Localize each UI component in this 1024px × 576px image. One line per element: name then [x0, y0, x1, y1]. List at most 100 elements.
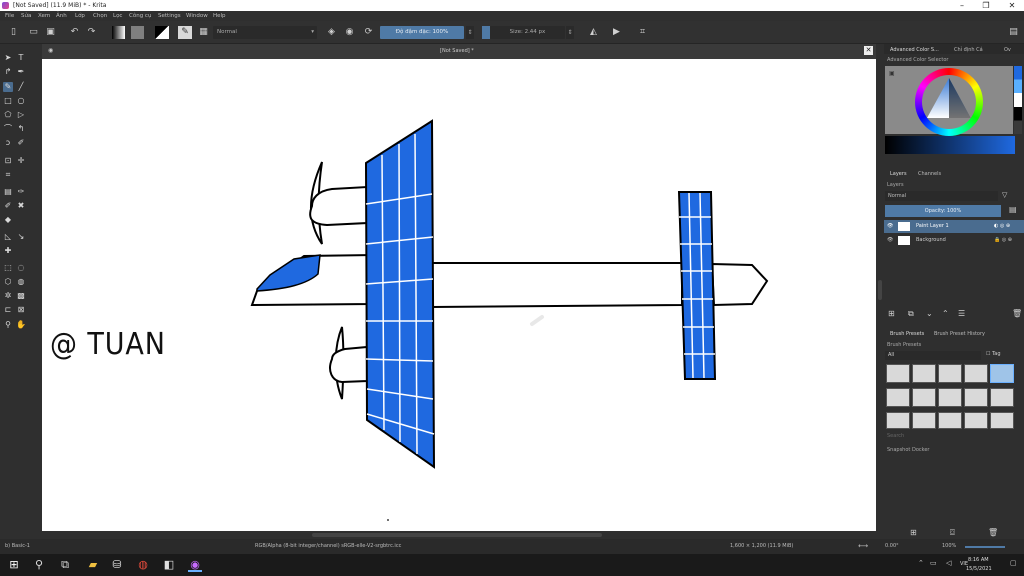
- menu-window[interactable]: Window: [186, 11, 208, 21]
- mirror-vertical-icon[interactable]: ▶: [611, 27, 622, 38]
- color-shade-strip[interactable]: [885, 136, 1015, 154]
- layer-row-background[interactable]: 👁 Background 🔒 ◎ ⊕: [884, 234, 1024, 247]
- tab-overview[interactable]: Ov: [1004, 47, 1011, 53]
- lock-icon[interactable]: 🔒 ◎ ⊕: [994, 234, 1012, 247]
- brush-preset[interactable]: [938, 412, 962, 429]
- brush-preset[interactable]: [912, 412, 936, 429]
- menu-edit[interactable]: Sửa: [21, 11, 31, 21]
- contiguous-select-tool-icon[interactable]: ✲: [3, 291, 13, 301]
- menu-layer[interactable]: Lớp: [75, 11, 85, 21]
- brush-preset[interactable]: [886, 388, 910, 407]
- delete-layer-icon[interactable]: 🗑: [1012, 309, 1022, 318]
- opacity-spin-icon[interactable]: ⇕: [466, 26, 474, 39]
- workspace-chooser-icon[interactable]: ▤: [1008, 27, 1019, 38]
- canvas-horizontal-scrollbar[interactable]: [42, 531, 876, 539]
- menu-filter[interactable]: Lọc: [113, 11, 122, 21]
- crop-tool-icon[interactable]: ⌗: [3, 170, 13, 180]
- magnetic-select-tool-icon[interactable]: ⊠: [16, 305, 26, 315]
- app-icon[interactable]: ◧: [162, 558, 176, 572]
- menu-settings[interactable]: Settings: [158, 11, 181, 21]
- brush-preset[interactable]: [938, 364, 962, 383]
- tray-chevron-icon[interactable]: ⌃: [918, 559, 924, 567]
- brush-preset[interactable]: [886, 412, 910, 429]
- camera-icon[interactable]: ⌼: [950, 528, 955, 538]
- layer-lock-icon[interactable]: ◐ ◎ ⊕: [994, 220, 1010, 233]
- vscroll-thumb[interactable]: [878, 280, 882, 300]
- move-tool-icon[interactable]: ✛: [16, 156, 26, 166]
- menu-file[interactable]: File: [5, 11, 14, 21]
- rotate-icon[interactable]: ⟷: [858, 539, 868, 554]
- polygon-tool-icon[interactable]: ⬠: [3, 110, 13, 120]
- preserve-alpha-icon[interactable]: ◉: [344, 27, 355, 38]
- brush-preset[interactable]: [886, 364, 910, 383]
- ellipse-select-tool-icon[interactable]: ◌: [16, 263, 26, 273]
- rectangle-tool-icon[interactable]: □: [3, 96, 13, 106]
- transform-tool-icon[interactable]: ⊡: [3, 156, 13, 166]
- ellipse-tool-icon[interactable]: ○: [16, 96, 26, 106]
- tab-advanced-color[interactable]: Advanced Color S...: [890, 47, 939, 53]
- filter-icon[interactable]: ▽: [1002, 191, 1007, 199]
- layer-properties-icon[interactable]: ▤: [1009, 205, 1017, 214]
- freehand-brush-tool-icon[interactable]: ✎: [3, 82, 13, 92]
- tab-color-specifier[interactable]: Chỉ định Cá: [954, 47, 983, 53]
- freehand-select-tool-icon[interactable]: ◍: [16, 277, 26, 287]
- brush-preset[interactable]: [912, 364, 936, 383]
- menu-help[interactable]: Help: [213, 11, 226, 21]
- minimize-button[interactable]: –: [952, 0, 972, 11]
- brush-preset[interactable]: [964, 364, 988, 383]
- calligraphy-tool-icon[interactable]: ✒: [16, 67, 26, 77]
- task-view-icon[interactable]: ⧉: [58, 558, 72, 572]
- drawing-canvas[interactable]: @ TUAN: [42, 59, 876, 531]
- canvas-vertical-scrollbar[interactable]: [876, 44, 884, 539]
- bezier-select-tool-icon[interactable]: ⊏: [3, 305, 13, 315]
- settings-icon[interactable]: ▣: [889, 70, 895, 77]
- tab-brush-history[interactable]: Brush Preset History: [934, 331, 985, 337]
- smart-patch-tool-icon[interactable]: ✖: [16, 201, 26, 211]
- grid-icon[interactable]: ▦: [198, 27, 209, 38]
- gradient-tool-icon[interactable]: ▤: [3, 187, 13, 197]
- mirror-horizontal-icon[interactable]: ◭: [588, 27, 599, 38]
- visibility-eye-icon[interactable]: 👁: [887, 234, 893, 247]
- brush-preset[interactable]: [990, 412, 1014, 429]
- brush-preset[interactable]: [912, 388, 936, 407]
- brush-filter-select[interactable]: All: [885, 351, 981, 360]
- volume-icon[interactable]: ◁: [946, 559, 951, 567]
- layer-opacity-slider[interactable]: Opacity: 100%: [885, 205, 1001, 217]
- tab-brush-presets[interactable]: Brush Presets: [890, 331, 924, 337]
- color-triangle[interactable]: [924, 76, 974, 124]
- fg-bg-color-icon[interactable]: [155, 26, 169, 39]
- assistant-tool-icon[interactable]: ↘: [16, 232, 26, 242]
- brush-search-input[interactable]: Search: [887, 433, 904, 439]
- brush-preset[interactable]: [990, 388, 1014, 407]
- undo-icon[interactable]: ↶: [69, 27, 80, 38]
- move-down-icon[interactable]: ⌄: [926, 309, 933, 318]
- menu-select[interactable]: Chọn: [93, 11, 107, 21]
- open-folder-icon[interactable]: ▭: [28, 27, 39, 38]
- line-tool-icon[interactable]: ╱: [16, 82, 26, 92]
- layer-row-paint-layer[interactable]: 👁 Paint Layer 1 ◐ ◎ ⊕: [884, 220, 1024, 233]
- save-icon[interactable]: ▣: [45, 27, 56, 38]
- gradient-swatch[interactable]: [112, 26, 125, 39]
- brush-preset[interactable]: [938, 388, 962, 407]
- move-up-icon[interactable]: ⌃: [942, 309, 949, 318]
- freehand-path-tool-icon[interactable]: ↰: [16, 124, 26, 134]
- add-snapshot-icon[interactable]: ⊞: [910, 528, 917, 537]
- rect-select-tool-icon[interactable]: ⬚: [3, 263, 13, 273]
- document-tab-title[interactable]: [Not Saved] *: [440, 48, 474, 54]
- dynamic-brush-tool-icon[interactable]: ↄ: [3, 138, 13, 148]
- network-icon[interactable]: ▭: [930, 559, 937, 567]
- size-spin-icon[interactable]: ⇕: [566, 26, 574, 39]
- polyline-tool-icon[interactable]: ▷: [16, 110, 26, 120]
- eraser-mode-icon[interactable]: ◈: [326, 27, 337, 38]
- reference-tool-icon[interactable]: ✚: [3, 246, 13, 256]
- add-layer-icon[interactable]: ⊞: [888, 309, 895, 318]
- opacity-slider[interactable]: Độ đậm đặc: 100%: [380, 26, 464, 39]
- visibility-eye-icon[interactable]: 👁: [887, 220, 893, 233]
- text-tool-icon[interactable]: T: [16, 53, 26, 63]
- polygon-select-tool-icon[interactable]: ⬡: [3, 277, 13, 287]
- delete-snapshot-icon[interactable]: 🗑: [988, 528, 998, 537]
- hue-ring[interactable]: [915, 68, 983, 136]
- wrap-around-icon[interactable]: ⌗: [637, 27, 648, 38]
- colorize-mask-tool-icon[interactable]: ✐: [3, 201, 13, 211]
- menu-image[interactable]: Ảnh: [56, 11, 67, 21]
